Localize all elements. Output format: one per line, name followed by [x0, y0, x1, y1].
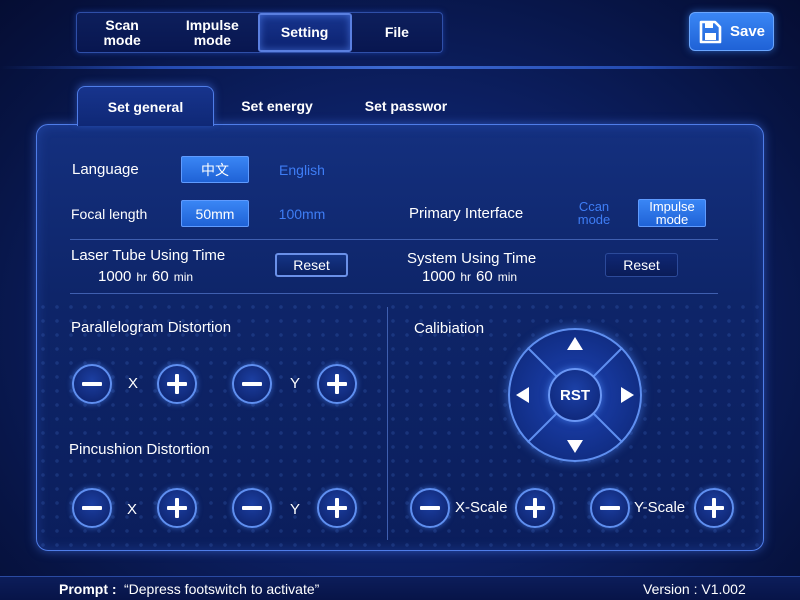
header-divider	[0, 66, 800, 69]
calibration-label: Calibiation	[414, 320, 485, 337]
hr-unit: hr	[136, 270, 148, 284]
mode-tabs: Scan mode Impulse mode Setting File	[76, 12, 443, 53]
primary-option-impulse-mode[interactable]: Impulse mode	[638, 199, 706, 227]
tab-set-energy[interactable]: Set energy	[224, 86, 330, 126]
focal-option-50mm[interactable]: 50mm	[181, 200, 249, 227]
divider	[70, 293, 718, 294]
parallelogram-x-plus-button[interactable]	[157, 364, 197, 404]
y-label: Y	[290, 501, 301, 518]
y-scale-plus-button[interactable]	[694, 488, 734, 528]
floppy-disk-icon	[699, 20, 722, 43]
hr-unit: hr	[460, 270, 472, 284]
pincushion-x-plus-button[interactable]	[157, 488, 197, 528]
focal-option-100mm[interactable]: 100mm	[268, 200, 336, 227]
system-time: 1000 hr 60 min	[422, 268, 522, 285]
system-hours: 1000	[422, 268, 456, 285]
x-scale-minus-button[interactable]	[410, 488, 450, 528]
status-bar: Prompt : “Depress footswitch to activate…	[0, 576, 800, 600]
parallelogram-label: Parallelogram Distortion	[71, 319, 232, 336]
min-unit: min	[497, 270, 518, 284]
language-option-chinese[interactable]: 中文	[181, 156, 249, 183]
system-reset-button[interactable]: Reset	[605, 253, 678, 277]
minus-icon	[82, 506, 102, 510]
tab-impulse-mode[interactable]: Impulse mode	[167, 13, 257, 52]
pincushion-x-minus-button[interactable]	[72, 488, 112, 528]
minus-icon	[420, 506, 440, 510]
version-text: Version : V1.002	[643, 581, 746, 597]
prompt-label: Prompt :	[59, 581, 117, 597]
parallelogram-x-minus-button[interactable]	[72, 364, 112, 404]
system-minutes: 60	[476, 268, 493, 285]
minus-icon	[82, 382, 102, 386]
vertical-divider	[387, 307, 388, 540]
rst-button[interactable]: RST	[548, 368, 602, 422]
tab-file[interactable]: File	[352, 13, 442, 52]
laser-tube-label: Laser Tube Using Time	[71, 247, 226, 264]
laser-tube-reset-button[interactable]: Reset	[275, 253, 348, 277]
tab-setting[interactable]: Setting	[257, 13, 352, 52]
pincushion-y-plus-button[interactable]	[317, 488, 357, 528]
y-scale-label: Y-Scale	[634, 499, 686, 516]
arrow-down-icon[interactable]	[567, 440, 583, 453]
arrow-up-icon[interactable]	[567, 337, 583, 350]
pincushion-y-minus-button[interactable]	[232, 488, 272, 528]
language-option-english[interactable]: English	[268, 156, 336, 183]
pincushion-label: Pincushion Distortion	[69, 441, 210, 458]
min-unit: min	[173, 270, 194, 284]
y-label: Y	[290, 375, 301, 392]
x-label: X	[127, 501, 138, 518]
laser-tube-hours: 1000	[98, 268, 132, 285]
prompt-text: “Depress footswitch to activate”	[124, 581, 320, 597]
y-scale-minus-button[interactable]	[590, 488, 630, 528]
x-scale-label: X-Scale	[455, 499, 508, 516]
minus-icon	[600, 506, 620, 510]
language-label: Language	[72, 161, 139, 178]
focal-length-label: Focal length	[71, 206, 148, 222]
tab-set-password[interactable]: Set passwor	[350, 86, 462, 126]
laser-tube-time: 1000 hr 60 min	[98, 268, 198, 285]
minus-icon	[242, 506, 262, 510]
arrow-right-icon[interactable]	[621, 387, 634, 403]
system-time-label: System Using Time	[407, 250, 537, 267]
primary-option-scan-mode[interactable]: Ccan mode	[570, 199, 618, 227]
primary-interface-label: Primary Interface	[409, 205, 524, 222]
save-label: Save	[729, 23, 766, 40]
save-button[interactable]: Save	[689, 12, 774, 51]
x-scale-plus-button[interactable]	[515, 488, 555, 528]
parallelogram-y-minus-button[interactable]	[232, 364, 272, 404]
calibration-dpad: RST	[508, 328, 642, 462]
arrow-left-icon[interactable]	[516, 387, 529, 403]
x-label: X	[128, 375, 139, 392]
tab-set-general[interactable]: Set general	[77, 86, 214, 126]
divider	[70, 239, 718, 240]
minus-icon	[242, 382, 262, 386]
parallelogram-y-plus-button[interactable]	[317, 364, 357, 404]
tab-scan-mode[interactable]: Scan mode	[77, 13, 167, 52]
laser-tube-minutes: 60	[152, 268, 169, 285]
